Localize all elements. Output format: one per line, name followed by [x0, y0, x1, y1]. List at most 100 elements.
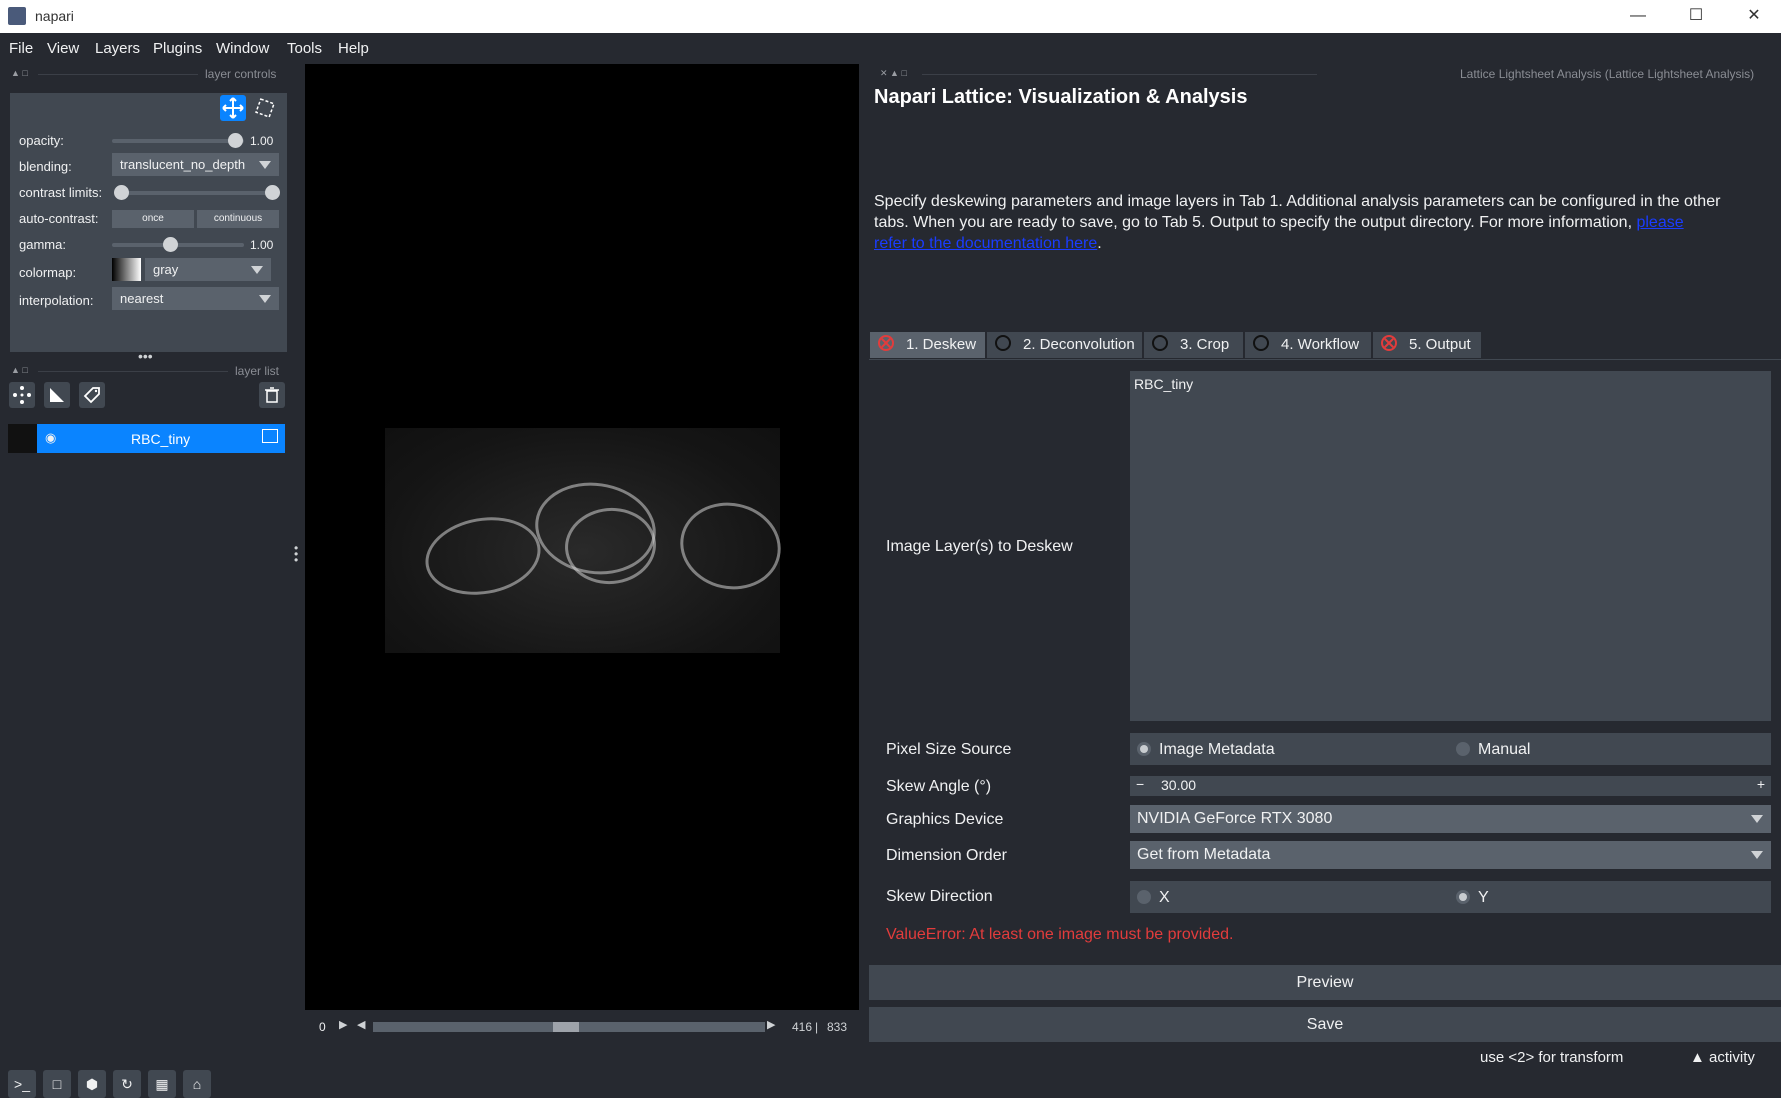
tab-deconvolution[interactable]: 2. Deconvolution [987, 332, 1142, 358]
layer-item-rbc-tiny[interactable]: ◉ RBC_tiny [8, 424, 285, 453]
menu-view[interactable]: View [47, 40, 79, 57]
gamma-slider-handle[interactable] [163, 237, 178, 252]
skew-angle-spinbox[interactable]: − 30.00 + [1130, 776, 1771, 796]
pixel-size-metadata-radio[interactable] [1137, 742, 1151, 756]
dims-current-value: 416 [792, 1020, 813, 1034]
list-item[interactable]: RBC_tiny [1134, 376, 1193, 392]
pan-zoom-icon[interactable] [220, 95, 246, 121]
cell-blob [419, 508, 547, 604]
new-points-layer-icon[interactable] [9, 382, 35, 408]
ndisplay-icon[interactable]: □ [43, 1070, 71, 1098]
pixel-size-manual-radio[interactable] [1456, 742, 1470, 756]
tab-output[interactable]: 5. Output [1373, 332, 1481, 358]
dock-float-icon[interactable]: ▲ □ [11, 365, 28, 375]
trash-icon[interactable] [259, 382, 285, 408]
pixel-size-label: Pixel Size Source [886, 741, 1012, 758]
graphics-device-label: Graphics Device [886, 811, 1004, 828]
desc-line-2: tabs. When you are ready to save, go to … [874, 214, 1637, 231]
dims-slider-handle[interactable] [553, 1022, 579, 1032]
close-icon[interactable]: ✕ [1725, 0, 1781, 33]
3d-cube-icon[interactable]: ⬢ [78, 1070, 106, 1098]
skew-direction-label: Skew Direction [886, 888, 993, 905]
tab-crop[interactable]: 3. Crop [1144, 332, 1243, 358]
graphics-device-select[interactable]: NVIDIA GeForce RTX 3080 [1130, 805, 1771, 833]
image-layers-list[interactable]: RBC_tiny [1130, 371, 1771, 721]
dims-separator: | [815, 1020, 819, 1034]
splitter-handle-icon[interactable]: ••• [294, 542, 298, 566]
circle-icon [1152, 335, 1168, 351]
roll-dims-icon[interactable]: ↻ [113, 1070, 141, 1098]
contrast-max-handle[interactable] [265, 185, 280, 200]
play-icon[interactable]: ▶ [339, 1018, 347, 1031]
pixel-size-manual-label[interactable]: Manual [1478, 741, 1530, 759]
napari-logo-icon [8, 7, 26, 25]
new-shapes-layer-icon[interactable] [44, 382, 70, 408]
tab-workflow[interactable]: 4. Workflow [1245, 332, 1371, 358]
skew-direction-x-label[interactable]: X [1159, 889, 1170, 907]
image-layers-label: Image Layer(s) to Deskew [886, 538, 1073, 555]
grid-icon[interactable]: ▦ [148, 1070, 176, 1098]
menu-layers[interactable]: Layers [95, 40, 140, 57]
auto-contrast-label: auto-contrast: [19, 211, 99, 226]
tab-divider [869, 359, 1781, 360]
window-title: napari [35, 8, 74, 24]
decrement-icon[interactable]: − [1136, 776, 1144, 792]
colormap-select[interactable]: gray [145, 258, 271, 281]
skew-angle-label: Skew Angle (°) [886, 778, 992, 795]
colormap-label: colormap: [19, 265, 77, 280]
chevron-down-icon [1751, 815, 1763, 823]
menu-help[interactable]: Help [338, 40, 369, 57]
dock-divider [38, 371, 228, 372]
save-button[interactable]: Save [869, 1007, 1781, 1042]
chevron-down-icon [251, 266, 263, 274]
menu-tools[interactable]: Tools [287, 40, 322, 57]
menu-file[interactable]: File [9, 40, 33, 57]
dock-divider [922, 74, 1317, 75]
dock-divider [38, 74, 198, 75]
skew-angle-value[interactable]: 30.00 [1161, 777, 1196, 793]
tab-deskew[interactable]: 1. Deskew [870, 332, 985, 358]
skew-direction-y-radio[interactable] [1456, 890, 1470, 904]
layer-thumbnail [8, 424, 37, 453]
interpolation-select[interactable]: nearest [112, 287, 279, 310]
dimension-order-select[interactable]: Get from Metadata [1130, 841, 1771, 869]
minimize-icon[interactable]: — [1609, 0, 1667, 33]
increment-icon[interactable]: + [1757, 776, 1765, 792]
console-icon[interactable]: >_ [8, 1070, 36, 1098]
splitter-handle-icon[interactable]: ••• [138, 348, 153, 364]
new-labels-layer-icon[interactable] [79, 382, 105, 408]
tab-label: 2. Deconvolution [1023, 336, 1135, 353]
menu-bar: File View Layers Plugins Window Tools He… [0, 33, 1781, 64]
dock-close-icon[interactable]: ✕ ▲ □ [880, 68, 907, 79]
auto-contrast-continuous-button[interactable]: continuous [197, 210, 279, 228]
pixel-size-metadata-label[interactable]: Image Metadata [1159, 741, 1275, 759]
skew-direction-radio-group: X Y [1130, 881, 1771, 913]
activity-button[interactable]: ▲ activity [1690, 1049, 1755, 1066]
docs-link-part-2[interactable]: refer to the documentation here [874, 235, 1097, 252]
skew-direction-x-radio[interactable] [1137, 890, 1151, 904]
skew-direction-y-label[interactable]: Y [1478, 889, 1489, 907]
contrast-limits-slider[interactable] [122, 191, 272, 195]
auto-contrast-once-button[interactable]: once [112, 210, 194, 228]
menu-window[interactable]: Window [216, 40, 269, 57]
opacity-slider[interactable] [112, 139, 244, 143]
opacity-slider-handle[interactable] [228, 133, 243, 148]
layer-name[interactable]: RBC_tiny [131, 431, 190, 447]
contrast-min-handle[interactable] [114, 185, 129, 200]
preview-button[interactable]: Preview [869, 965, 1781, 1000]
blending-value: translucent_no_depth [120, 157, 246, 172]
error-icon [1381, 335, 1397, 351]
eye-icon[interactable]: ◉ [45, 430, 56, 446]
desc-line-1: Specify deskewing parameters and image l… [874, 193, 1721, 210]
blending-select[interactable]: translucent_no_depth [112, 153, 279, 176]
dock-float-icon[interactable]: ▲ □ [11, 68, 28, 78]
docs-link-part-1[interactable]: please [1636, 214, 1683, 231]
home-icon[interactable]: ⌂ [183, 1070, 211, 1098]
transform-icon[interactable] [252, 95, 278, 121]
maximize-icon[interactable]: ☐ [1667, 0, 1725, 33]
gamma-slider[interactable] [112, 243, 244, 247]
layer-list-title: layer list [235, 364, 280, 378]
step-back-icon[interactable]: ◀ [357, 1018, 365, 1031]
menu-plugins[interactable]: Plugins [153, 40, 202, 57]
step-forward-icon[interactable]: ▶ [767, 1018, 775, 1031]
